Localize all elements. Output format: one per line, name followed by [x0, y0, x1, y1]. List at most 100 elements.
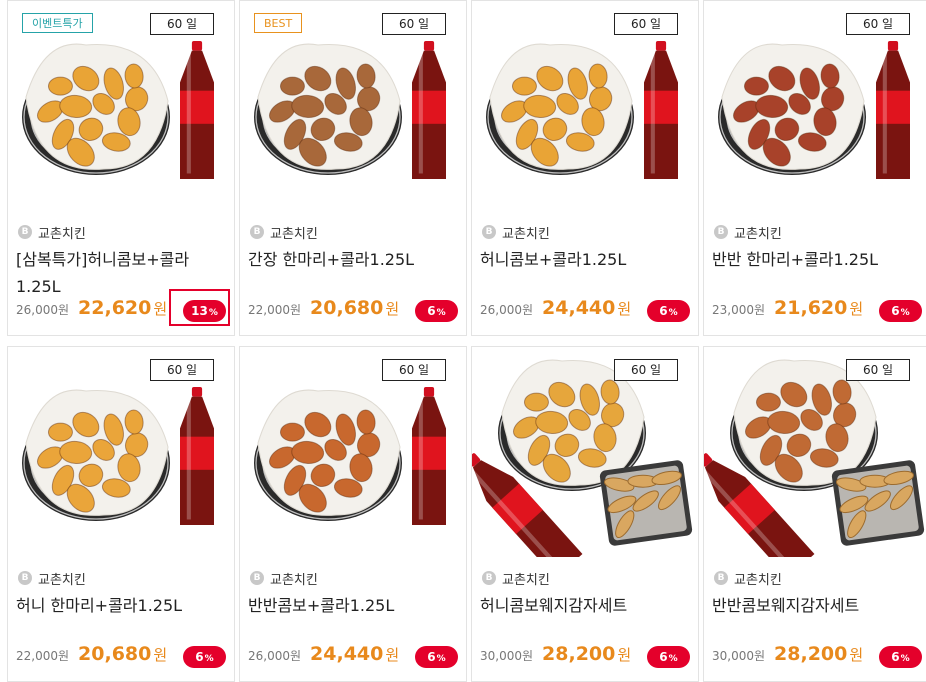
- brand-row: B 교촌치킨: [714, 569, 782, 588]
- delivery-days-badge: 60 일: [614, 13, 678, 35]
- discount-percent-sign: %: [436, 308, 446, 318]
- brand-row: B 교촌치킨: [18, 569, 86, 588]
- brand-name[interactable]: 교촌치킨: [502, 569, 550, 588]
- delivery-days-badge: 60 일: [614, 359, 678, 381]
- price-row: 30,000원 28,200 원: [480, 643, 631, 673]
- price-row: 22,000원 20,680 원: [248, 297, 399, 327]
- price-row: 30,000원 28,200 원: [712, 643, 863, 673]
- sale-price-currency: 원: [153, 300, 168, 318]
- price-row: 22,000원 20,680 원: [16, 643, 167, 673]
- highlight-box: [169, 289, 230, 326]
- sale-price-currency: 원: [617, 646, 632, 664]
- product-card[interactable]: 60 일 B 교촌치킨 허니 한마리+콜라1.25L 22,000원 20,68…: [7, 346, 235, 682]
- sale-price: 20,680: [78, 643, 152, 665]
- sale-price: 28,200: [542, 643, 616, 665]
- sale-price-currency: 원: [153, 646, 168, 664]
- price-row: 26,000원 24,440 원: [480, 297, 631, 327]
- product-card[interactable]: 60 일 B 교촌치킨 반반콤보웨지감자세트 30,000원 28,200 원 …: [703, 346, 926, 682]
- product-name[interactable]: 허니콤보+콜라1.25L: [480, 246, 690, 273]
- sale-price-currency: 원: [849, 646, 864, 664]
- product-name[interactable]: 간장 한마리+콜라1.25L: [248, 246, 458, 273]
- sale-price-currency: 원: [617, 300, 632, 318]
- brand-row: B 교촌치킨: [482, 569, 550, 588]
- delivery-days-badge: 60 일: [150, 13, 214, 35]
- product-name[interactable]: 반반콤보웨지감자세트: [712, 592, 922, 619]
- original-price: 22,000원: [16, 649, 70, 663]
- brand-row: B 교촌치킨: [482, 223, 550, 242]
- discount-badge: 6%: [879, 646, 922, 668]
- brand-icon: B: [250, 571, 264, 585]
- brand-name[interactable]: 교촌치킨: [38, 223, 86, 242]
- discount-percent-sign: %: [668, 308, 678, 318]
- brand-name[interactable]: 교촌치킨: [270, 223, 318, 242]
- sale-price-currency: 원: [385, 646, 400, 664]
- discount-badge: 6%: [647, 646, 690, 668]
- product-card[interactable]: 이벤트특가 60 일 B 교촌치킨 [삼복특가]허니콤보+콜라 1.25L 26…: [7, 0, 235, 336]
- brand-name[interactable]: 교촌치킨: [734, 223, 782, 242]
- discount-percent-sign: %: [900, 654, 910, 664]
- original-price: 26,000원: [480, 303, 534, 317]
- brand-icon: B: [18, 571, 32, 585]
- discount-badge: 6%: [415, 300, 458, 322]
- discount-percent-sign: %: [204, 654, 214, 664]
- discount-badge: 6%: [879, 300, 922, 322]
- delivery-days-badge: 60 일: [382, 359, 446, 381]
- brand-row: B 교촌치킨: [18, 223, 86, 242]
- original-price: 30,000원: [712, 649, 766, 663]
- original-price: 30,000원: [480, 649, 534, 663]
- brand-row: B 교촌치킨: [714, 223, 782, 242]
- original-price: 23,000원: [712, 303, 766, 317]
- sale-price: 24,440: [310, 643, 384, 665]
- product-name[interactable]: 반반 한마리+콜라1.25L: [712, 246, 922, 273]
- discount-value: 6: [195, 650, 204, 664]
- brand-icon: B: [250, 225, 264, 239]
- product-card[interactable]: 60 일 B 교촌치킨 허니콤보웨지감자세트 30,000원 28,200 원 …: [471, 346, 699, 682]
- brand-name[interactable]: 교촌치킨: [734, 569, 782, 588]
- discount-value: 6: [891, 650, 900, 664]
- sale-price: 20,680: [310, 297, 384, 319]
- product-name[interactable]: 허니콤보웨지감자세트: [480, 592, 690, 619]
- sale-price-currency: 원: [385, 300, 400, 318]
- brand-name[interactable]: 교촌치킨: [38, 569, 86, 588]
- discount-badge: 6%: [415, 646, 458, 668]
- brand-row: B 교촌치킨: [250, 569, 318, 588]
- delivery-days-badge: 60 일: [150, 359, 214, 381]
- brand-icon: B: [18, 225, 32, 239]
- discount-percent-sign: %: [436, 654, 446, 664]
- original-price: 26,000원: [248, 649, 302, 663]
- brand-icon: B: [482, 225, 496, 239]
- discount-badge: 6%: [183, 646, 226, 668]
- price-row: 26,000원 22,620 원: [16, 297, 167, 327]
- sale-price-currency: 원: [849, 300, 864, 318]
- delivery-days-badge: 60 일: [846, 13, 910, 35]
- sale-price: 24,440: [542, 297, 616, 319]
- brand-name[interactable]: 교촌치킨: [502, 223, 550, 242]
- discount-percent-sign: %: [668, 654, 678, 664]
- brand-row: B 교촌치킨: [250, 223, 318, 242]
- original-price: 26,000원: [16, 303, 70, 317]
- discount-percent-sign: %: [900, 308, 910, 318]
- event-tag: BEST: [254, 13, 303, 33]
- product-card[interactable]: 60 일 B 교촌치킨 반반 한마리+콜라1.25L 23,000원 21,62…: [703, 0, 926, 336]
- product-card[interactable]: 60 일 B 교촌치킨 허니콤보+콜라1.25L 26,000원 24,440 …: [471, 0, 699, 336]
- discount-badge: 6%: [647, 300, 690, 322]
- brand-name[interactable]: 교촌치킨: [270, 569, 318, 588]
- event-tag: 이벤트특가: [22, 13, 93, 33]
- sale-price: 21,620: [774, 297, 848, 319]
- sale-price: 28,200: [774, 643, 848, 665]
- product-name[interactable]: 반반콤보+콜라1.25L: [248, 592, 458, 619]
- discount-value: 6: [659, 650, 668, 664]
- brand-icon: B: [714, 225, 728, 239]
- product-card[interactable]: BEST 60 일 B 교촌치킨 간장 한마리+콜라1.25L 22,000원 …: [239, 0, 467, 336]
- product-name[interactable]: 허니 한마리+콜라1.25L: [16, 592, 226, 619]
- brand-icon: B: [714, 571, 728, 585]
- sale-price: 22,620: [78, 297, 152, 319]
- discount-value: 6: [427, 304, 436, 318]
- discount-value: 6: [427, 650, 436, 664]
- delivery-days-badge: 60 일: [846, 359, 910, 381]
- original-price: 22,000원: [248, 303, 302, 317]
- product-card[interactable]: 60 일 B 교촌치킨 반반콤보+콜라1.25L 26,000원 24,440 …: [239, 346, 467, 682]
- discount-value: 6: [891, 304, 900, 318]
- discount-value: 6: [659, 304, 668, 318]
- brand-icon: B: [482, 571, 496, 585]
